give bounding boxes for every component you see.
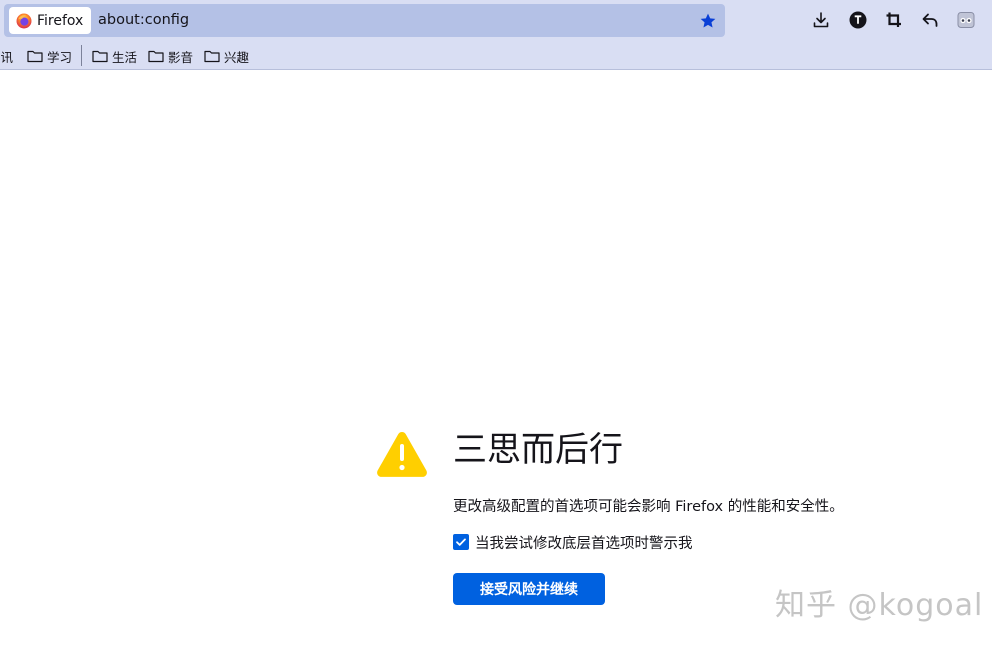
watermark: 知乎 @kogoal [775,588,984,623]
folder-icon [204,49,220,63]
folder-icon [148,49,164,63]
warn-preference-checkbox[interactable] [453,534,469,550]
accept-risk-button[interactable]: 接受风险并继续 [453,573,605,605]
checkbox-label: 当我尝试修改底层首选项时警示我 [475,535,693,552]
extension-icon[interactable] [955,9,977,31]
page-title: 三思而后行 [453,430,623,470]
bookmark-folder-media[interactable]: 影音 [148,46,193,66]
warn-preference-checkbox-row[interactable]: 当我尝试修改底层首选项时警示我 [453,531,693,553]
bookmarks-toolbar: 资讯 学习 生活 影音 兴趣 [0,42,992,70]
folder-icon [92,49,108,63]
bookmark-label: 资讯 [0,49,14,65]
bookmark-label: 影音 [168,49,194,65]
bookmark-folder-news[interactable]: 资讯 [0,46,22,66]
bookmark-label: 兴趣 [224,49,250,65]
bookmarks-separator [81,45,82,66]
identity-label: Firefox [37,12,84,29]
account-t-icon[interactable] [847,9,869,31]
folder-icon [27,49,43,63]
warning-triangle-icon [376,430,428,478]
identity-box[interactable]: Firefox [9,7,92,34]
bookmark-folder-study[interactable]: 学习 [27,46,72,66]
undo-arrow-icon[interactable] [919,9,941,31]
bookmark-folder-hobby[interactable]: 兴趣 [204,46,249,66]
bookmark-label: 学习 [47,49,73,65]
bookmark-label: 生活 [112,49,138,65]
download-icon[interactable] [810,9,832,31]
crop-icon[interactable] [883,9,905,31]
firefox-logo-icon [16,13,32,29]
warning-description: 更改高级配置的首选项可能会影响 Firefox 的性能和安全性。 [453,499,844,515]
url-text[interactable]: about:config [98,4,189,37]
bookmark-star-icon[interactable] [697,10,719,32]
url-bar[interactable]: Firefox about:config [4,4,725,37]
browser-toolbar: Firefox about:config [0,0,992,42]
bookmark-folder-life[interactable]: 生活 [92,46,137,66]
